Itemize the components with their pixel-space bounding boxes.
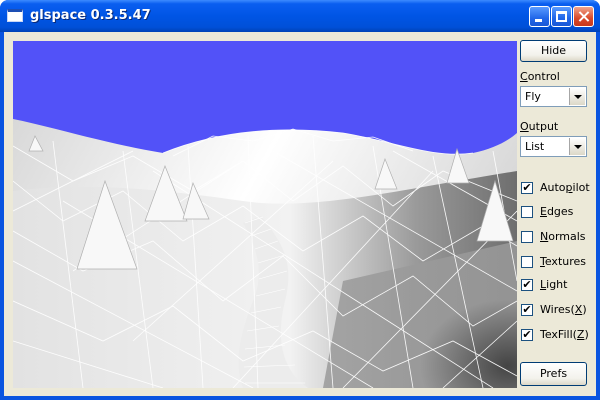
control-label: Control: [520, 70, 560, 83]
label-mnemonic: E: [540, 205, 547, 218]
checkbox-label: Light: [540, 278, 567, 291]
checkbox-label: Wires(X): [540, 303, 587, 316]
terrain-render: [13, 41, 517, 388]
control-select[interactable]: Fly: [520, 86, 587, 107]
label-part: dges: [546, 205, 574, 218]
output-label-mnemonic: O: [520, 120, 529, 133]
normals-checkbox[interactable]: Normals: [520, 229, 590, 245]
label-part: Auto: [540, 181, 566, 194]
hide-button[interactable]: Hide: [520, 40, 587, 62]
checkmark-icon[interactable]: ✔: [521, 304, 533, 316]
label-part: TexFill(: [540, 328, 577, 341]
label-mnemonic: p: [565, 181, 573, 194]
checkmark-icon[interactable]: ✔: [521, 279, 533, 291]
output-label: Output: [520, 120, 558, 133]
checkbox-label: Normals: [540, 230, 586, 243]
maximize-button[interactable]: [551, 6, 572, 27]
maximize-icon: [556, 11, 567, 22]
checkbox-label: TexFill(Z): [540, 328, 589, 341]
checkmark-icon[interactable]: ✔: [521, 329, 533, 341]
autopilot-checkbox[interactable]: ✔ Autopilot: [520, 180, 590, 196]
label-part: ilot: [572, 181, 590, 194]
edges-checkbox[interactable]: Edges: [520, 204, 590, 220]
output-select-value: List: [525, 140, 545, 153]
checkbox-label: Textures: [540, 255, 586, 268]
label-part: ormals: [548, 230, 586, 243]
textures-checkbox[interactable]: Textures: [520, 254, 590, 270]
checkmark-icon[interactable]: ✔: [521, 182, 533, 194]
label-part: ): [584, 328, 589, 341]
output-select[interactable]: List: [520, 136, 587, 157]
control-label-text: ontrol: [527, 70, 560, 83]
checkbox-box[interactable]: [521, 256, 533, 268]
label-part: extures: [544, 255, 587, 268]
title-bar[interactable]: glspace 0.3.5.47: [0, 0, 600, 32]
label-mnemonic: N: [540, 230, 549, 243]
minimize-icon: [535, 19, 542, 22]
checkbox-box[interactable]: [521, 206, 533, 218]
control-label-mnemonic: C: [520, 70, 528, 83]
wires-checkbox[interactable]: ✔ Wires(X): [520, 302, 590, 318]
prefs-button[interactable]: Prefs: [520, 362, 587, 386]
label-part: Wires(: [540, 303, 575, 316]
label-part: ight: [546, 278, 568, 291]
checkbox-label: Autopilot: [540, 181, 590, 194]
checkbox-box[interactable]: [521, 231, 533, 243]
minimize-button[interactable]: [529, 6, 550, 27]
chevron-down-icon[interactable]: [569, 138, 585, 155]
chevron-down-icon[interactable]: [569, 88, 585, 105]
app-window: glspace 0.3.5.47 Hide Control Fly Output…: [0, 0, 600, 400]
app-icon[interactable]: [7, 9, 23, 22]
light-checkbox[interactable]: ✔ Light: [520, 277, 590, 293]
client-area: Hide Control Fly Output List ✔ Autopilot…: [4, 32, 596, 396]
checkbox-label: Edges: [540, 205, 573, 218]
texfill-checkbox[interactable]: ✔ TexFill(Z): [520, 327, 590, 343]
output-label-text: utput: [528, 120, 559, 133]
label-part: ): [582, 303, 587, 316]
3d-viewport[interactable]: [13, 41, 517, 388]
close-button[interactable]: [573, 6, 594, 27]
control-select-value: Fly: [525, 90, 541, 103]
window-title: glspace 0.3.5.47: [30, 8, 151, 23]
